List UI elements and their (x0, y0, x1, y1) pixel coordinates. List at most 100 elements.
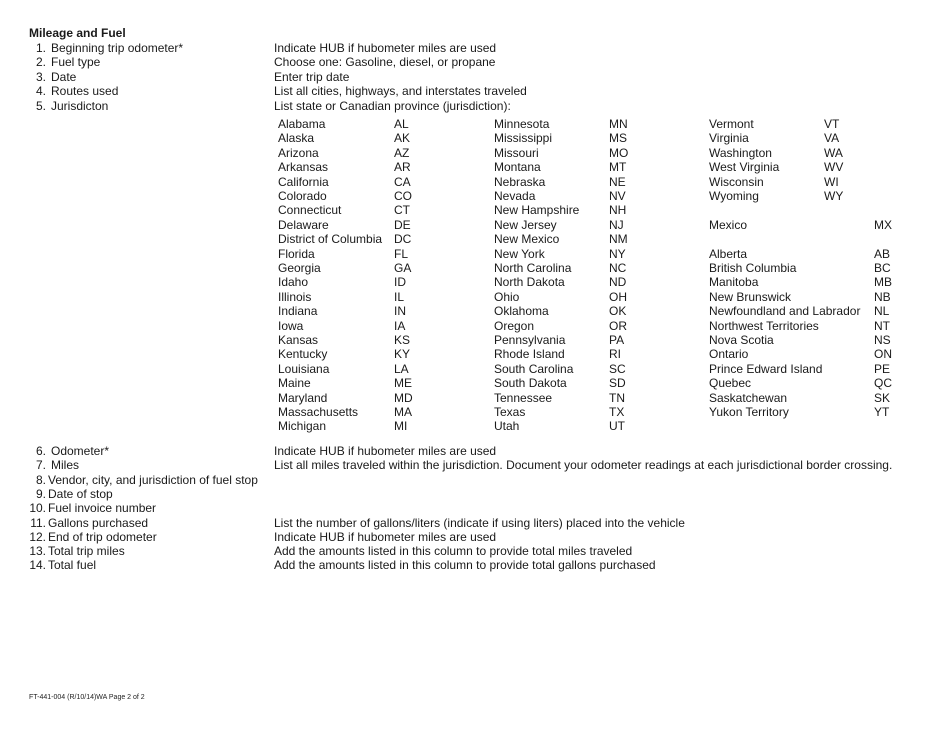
jurisdiction-name: Connecticut (278, 203, 342, 218)
item-label: Jurisdicton (51, 98, 109, 113)
item-label: End of trip odometer (48, 529, 157, 544)
item-number: 14. (29, 558, 46, 573)
item-description: Add the amounts listed in this column to… (274, 558, 656, 573)
item-label: Beginning trip odometer* (51, 41, 184, 55)
list-item: 5. Jurisdicton List state or Canadian prov… (0, 99, 950, 113)
jurisdiction-name: Alabama (278, 117, 326, 131)
jurisdiction-name: Newfoundland and Labrador (709, 304, 861, 319)
item-description: List all miles traveled within the juris… (274, 458, 893, 473)
item-label: Gallons purchased (48, 515, 149, 530)
jurisdiction-name: Virginia (709, 131, 749, 146)
jurisdiction-code: MA (394, 405, 412, 419)
jurisdiction-name: Alberta (709, 246, 748, 261)
jurisdiction-name: Washington (709, 145, 772, 160)
jurisdiction-name: Saskatchewan (709, 390, 788, 405)
jurisdiction-code: RI (609, 347, 621, 362)
item-description: Choose one: Gasoline, diesel, or propane (274, 55, 496, 70)
jurisdiction-name: Delaware (278, 217, 329, 232)
jurisdiction-code: OH (609, 289, 627, 304)
jurisdiction-code: NT (874, 318, 890, 333)
jurisdiction-code: WY (824, 189, 844, 203)
item-description: Indicate HUB if hubometer miles are used (274, 444, 497, 458)
jurisdiction-name: Indiana (278, 304, 318, 319)
jurisdiction-code: NB (874, 289, 891, 304)
jurisdiction-name: Utah (494, 419, 520, 434)
jurisdiction-code: CO (394, 189, 412, 203)
jurisdiction-name: Quebec (709, 376, 752, 391)
jurisdiction-code: OK (609, 304, 627, 319)
jurisdiction-name: Northwest Territories (709, 318, 819, 333)
jurisdiction-name: Montana (494, 160, 541, 175)
jurisdiction-code: NL (874, 304, 890, 319)
list-item: 7. Miles List all miles traveled within th… (0, 458, 950, 472)
item-label: Total fuel (48, 558, 97, 573)
item-number: 1. (35, 41, 46, 55)
list-item: 3. Date Enter trip date (0, 70, 950, 84)
jurisdiction-code: IN (394, 304, 406, 319)
jurisdiction-name: Georgia (278, 261, 321, 275)
item-label: Total trip miles (48, 544, 125, 559)
jurisdiction-name: Kansas (278, 333, 319, 347)
jurisdiction-code: YT (874, 405, 890, 419)
item-label: Miles (51, 458, 80, 473)
item-number: 13. (29, 544, 46, 559)
list-item: 8. Vendor, city, and jurisdiction of fuel… (0, 473, 950, 487)
jurisdiction-name: Vermont (709, 117, 754, 131)
item-number: 8. (35, 472, 46, 487)
jurisdiction-code: NM (609, 232, 628, 247)
jurisdiction-code: NJ (609, 217, 624, 232)
item-description: List all cities, highways, and interstat… (274, 84, 527, 99)
jurisdiction-code: IL (394, 289, 405, 304)
item-label: Routes used (51, 84, 119, 99)
jurisdiction-name: New Mexico (494, 232, 560, 247)
jurisdiction-name: Texas (494, 405, 526, 419)
jurisdiction-name: New Hampshire (494, 203, 580, 218)
jurisdiction-name: Kentucky (278, 347, 328, 362)
item-label: Odometer* (51, 444, 110, 458)
list-item: 12. End of trip odometer Indicate HUB if h… (0, 530, 950, 544)
jurisdiction-code: MN (609, 117, 628, 131)
jurisdiction-code: ON (874, 347, 892, 362)
jurisdiction-name: Tennessee (494, 390, 553, 405)
list-item: 11. Gallons purchased List the number of g… (0, 516, 950, 530)
list-item: 4. Routes used List all cities, highways, … (0, 84, 950, 98)
jurisdiction-code: WA (824, 145, 843, 160)
jurisdiction-name: North Dakota (494, 275, 565, 290)
jurisdiction-name: Maine (278, 376, 311, 391)
jurisdiction-name: Michigan (278, 419, 327, 434)
jurisdiction-code: AZ (394, 145, 410, 160)
jurisdiction-code: AK (394, 131, 411, 146)
jurisdiction-name: British Columbia (709, 261, 797, 275)
item-label: Fuel type (51, 55, 101, 70)
list-item: 14. Total fuel Add the amounts listed in t… (0, 558, 950, 572)
section-title: Mileage and Fuel (29, 26, 126, 40)
jurisdiction-code: FL (394, 246, 409, 261)
jurisdiction-name: Mexico (709, 217, 748, 232)
jurisdiction-code: SD (609, 376, 626, 391)
item-number: 4. (35, 84, 46, 99)
jurisdiction-name: Nova Scotia (709, 333, 774, 347)
jurisdiction-code: CT (394, 203, 410, 218)
jurisdiction-name: Oregon (494, 318, 535, 333)
jurisdiction-name: Florida (278, 246, 315, 261)
jurisdiction-name: Nevada (494, 189, 536, 203)
jurisdiction-name: Minnesota (494, 117, 550, 131)
item-number: 12. (29, 529, 46, 544)
jurisdiction-name: Arizona (278, 145, 319, 160)
jurisdiction-code: KS (394, 333, 411, 347)
item-description: List state or Canadian province (jurisdi… (274, 98, 511, 113)
jurisdiction-name: Wyoming (709, 189, 759, 203)
jurisdiction-code: AL (394, 117, 409, 131)
jurisdiction-name: New Brunswick (709, 289, 792, 304)
jurisdiction-code: NY (609, 246, 626, 261)
item-number: 10. (29, 501, 46, 516)
jurisdiction-name: Ontario (709, 347, 749, 362)
jurisdiction-code: MB (874, 275, 892, 290)
jurisdiction-name: South Dakota (494, 376, 567, 391)
jurisdiction-code: ND (609, 275, 627, 290)
list-item: 6. Odometer* Indicate HUB if hubometer mil… (0, 444, 950, 458)
jurisdiction-code: DC (394, 232, 412, 247)
jurisdiction-code: NV (609, 189, 626, 203)
jurisdiction-name: Yukon Territory (709, 405, 789, 419)
jurisdiction-name: Mississippi (494, 131, 553, 146)
